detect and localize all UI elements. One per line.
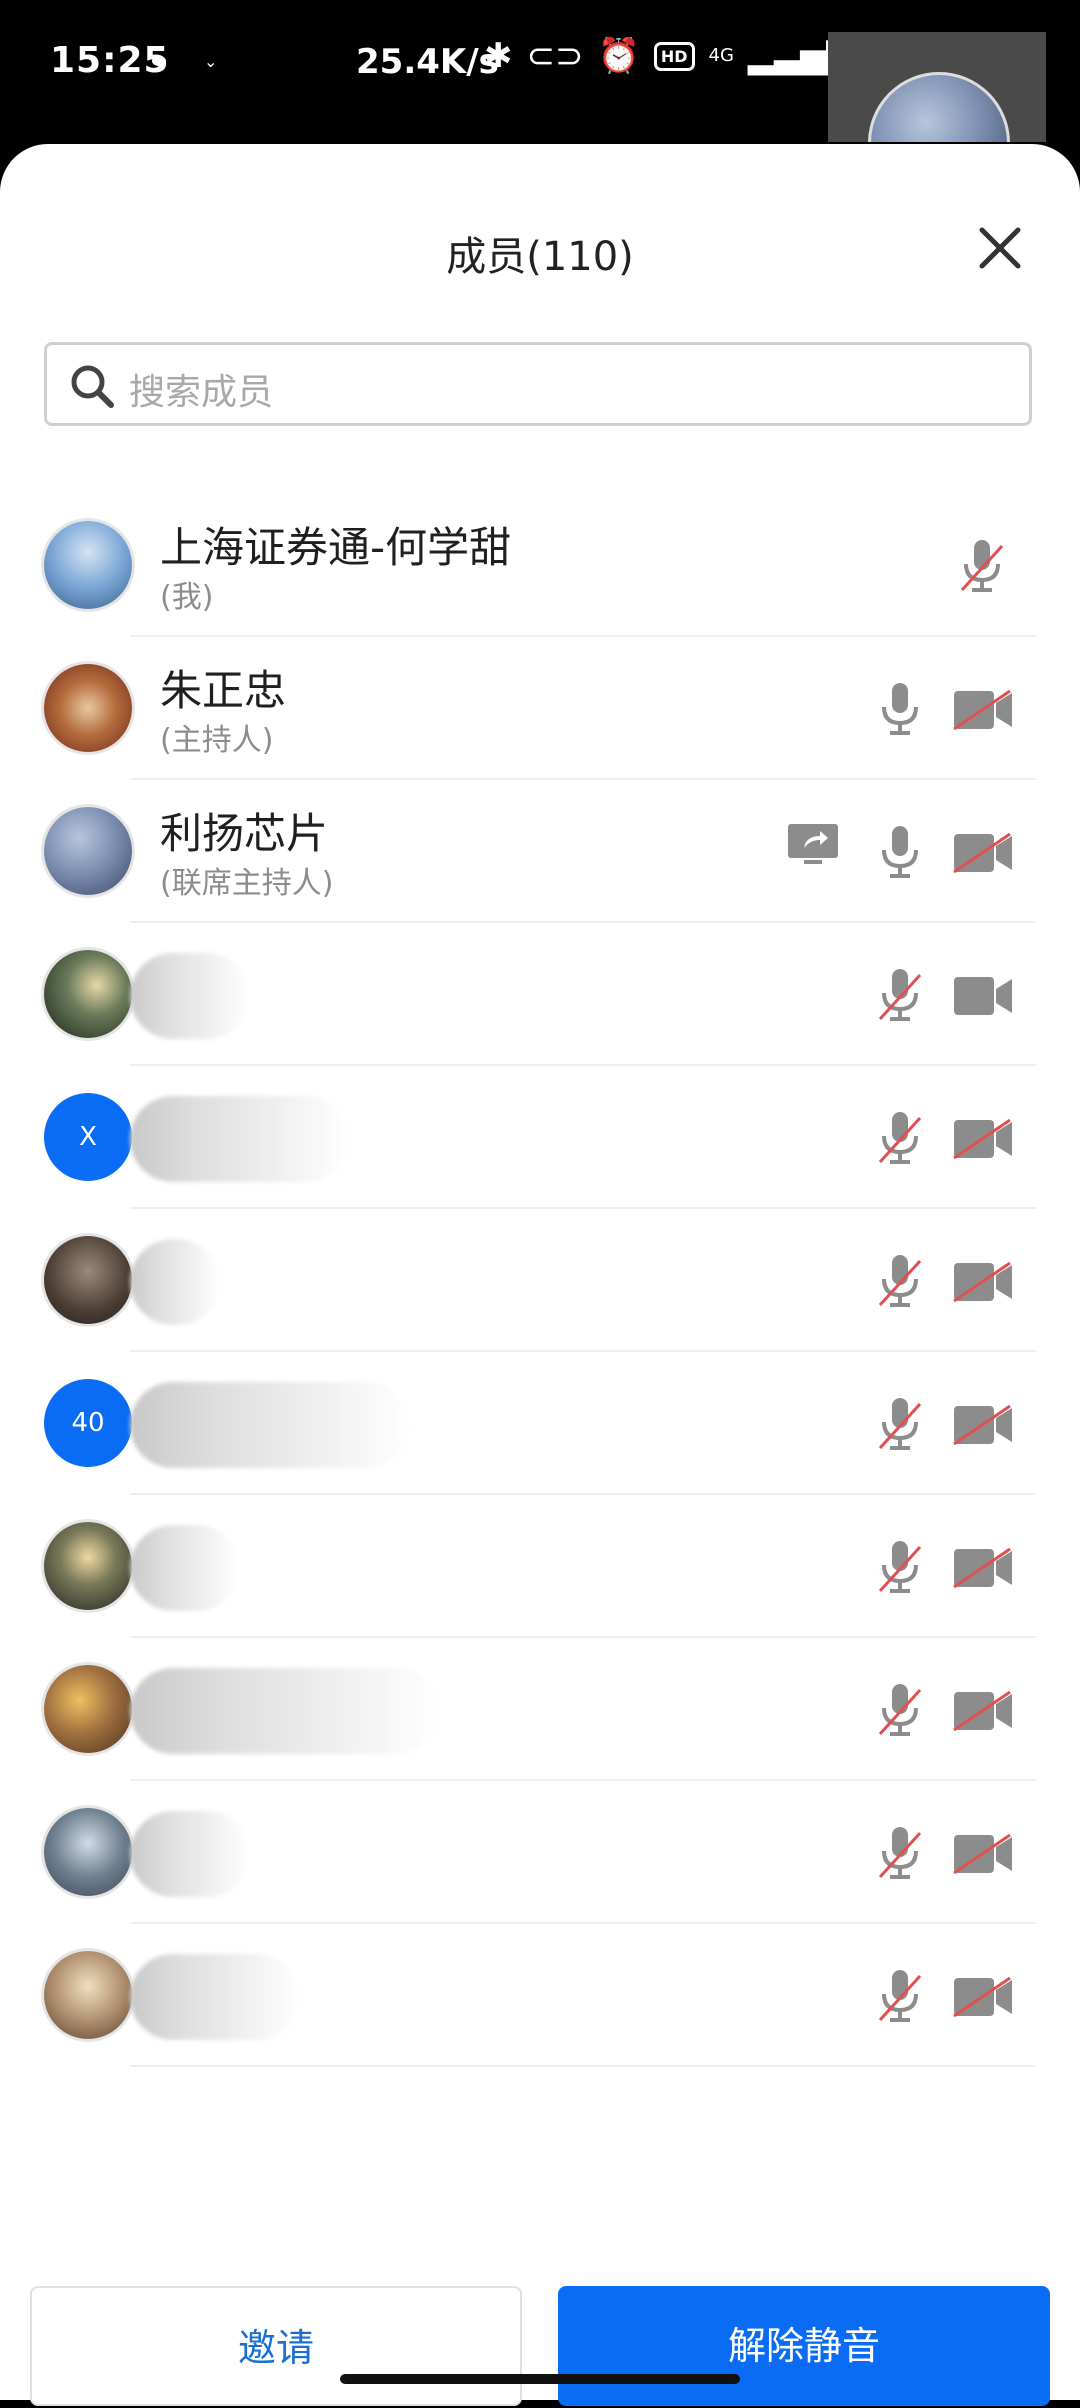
member-name-redacted <box>130 1668 440 1754</box>
member-role: (我) <box>160 580 214 615</box>
mic-muted-icon[interactable] <box>874 1251 926 1315</box>
avatar <box>44 521 132 609</box>
avatar <box>44 1951 132 2039</box>
member-name: 上海证券通-何学甜 <box>160 523 512 572</box>
camera-icon[interactable] <box>950 971 1016 1025</box>
mic-icon[interactable] <box>874 822 926 886</box>
member-name-redacted <box>130 1096 350 1182</box>
mic-muted-icon[interactable] <box>874 1108 926 1172</box>
camera-off-icon[interactable] <box>950 828 1016 882</box>
search-input[interactable]: 搜索成员 <box>44 342 1032 426</box>
nfc-icon: ⊂⊃ <box>526 36 584 76</box>
member-name-redacted <box>130 953 250 1039</box>
member-row[interactable] <box>0 1495 1080 1638</box>
unmute-all-button[interactable]: 解除静音 <box>558 2286 1050 2406</box>
camera-off-icon[interactable] <box>950 1829 1016 1883</box>
member-name-redacted <box>130 1525 240 1611</box>
invite-button[interactable]: 邀请 <box>30 2286 522 2406</box>
member-name: 利扬芯片 <box>160 809 329 858</box>
member-row[interactable]: 40 <box>0 1352 1080 1495</box>
home-indicator[interactable] <box>340 2374 740 2384</box>
member-name-redacted <box>130 1811 250 1897</box>
alarm-icon: ⏰ <box>597 36 640 76</box>
notification-icon-2: ⌄ <box>204 52 218 71</box>
camera-off-icon[interactable] <box>950 1972 1016 2026</box>
member-row[interactable] <box>0 1924 1080 2067</box>
member-name-redacted <box>130 1239 220 1325</box>
member-row[interactable] <box>0 923 1080 1066</box>
member-row[interactable] <box>0 1638 1080 1781</box>
member-list[interactable]: 上海证券通-何学甜 (我) 朱正忠 (主持人) 利扬芯片 (联席主持人) X 4… <box>0 494 1080 2094</box>
mic-muted-icon[interactable] <box>874 1680 926 1744</box>
status-bar: 15:25 ⌄ 25.4K/s ✱ ⊂⊃ ⏰ HD 4G ▂▃▅▇ 86 <box>0 0 1080 142</box>
search-placeholder: 搜索成员 <box>129 372 274 413</box>
mic-muted-icon[interactable] <box>874 1966 926 2030</box>
avatar <box>44 664 132 752</box>
mic-muted-icon[interactable] <box>874 1823 926 1887</box>
search-icon <box>71 365 114 408</box>
camera-off-icon[interactable] <box>950 1114 1016 1168</box>
avatar <box>44 950 132 1038</box>
avatar <box>44 1808 132 1896</box>
mic-muted-icon[interactable] <box>956 536 1008 600</box>
camera-off-icon[interactable] <box>950 1543 1016 1597</box>
member-row[interactable] <box>0 1781 1080 1924</box>
camera-off-icon[interactable] <box>950 1257 1016 1311</box>
avatar <box>44 1236 132 1324</box>
member-row[interactable]: 朱正忠 (主持人) <box>0 637 1080 780</box>
mic-muted-icon[interactable] <box>874 965 926 1029</box>
camera-off-icon[interactable] <box>950 1686 1016 1740</box>
mic-muted-icon[interactable] <box>874 1394 926 1458</box>
camera-off-icon[interactable] <box>950 685 1016 739</box>
notification-icon <box>152 56 166 66</box>
member-row[interactable] <box>0 1209 1080 1352</box>
network-type: 4G <box>708 45 734 66</box>
camera-off-icon[interactable] <box>950 1400 1016 1454</box>
member-row[interactable]: 利扬芯片 (联席主持人) <box>0 780 1080 923</box>
member-name-redacted <box>130 1954 300 2040</box>
member-role: (主持人) <box>160 723 274 758</box>
mic-muted-icon[interactable] <box>874 1537 926 1601</box>
bluetooth-icon: ✱ <box>484 36 513 76</box>
screen-share-icon <box>786 822 840 870</box>
member-name: 朱正忠 <box>160 666 287 715</box>
members-panel: 成员(110) 搜索成员 上海证券通-何学甜 (我) 朱正忠 (主持人) 利扬芯片 (… <box>0 144 1080 2406</box>
pip-avatar <box>868 72 1010 142</box>
avatar <box>44 807 132 895</box>
avatar: 40 <box>44 1379 132 1467</box>
member-row[interactable]: X <box>0 1066 1080 1209</box>
member-row[interactable]: 上海证券通-何学甜 (我) <box>0 494 1080 637</box>
avatar <box>44 1522 132 1610</box>
network-speed: 25.4K/s <box>356 42 499 82</box>
avatar: X <box>44 1093 132 1181</box>
close-icon[interactable] <box>972 220 1028 276</box>
mic-icon[interactable] <box>874 679 926 743</box>
panel-title: 成员(110) <box>446 234 634 280</box>
member-name-redacted <box>130 1382 410 1468</box>
member-role: (联席主持人) <box>160 866 334 901</box>
hd-badge: HD <box>653 41 695 71</box>
floating-video-window[interactable] <box>828 32 1046 142</box>
avatar <box>44 1665 132 1753</box>
row-divider <box>130 2065 1036 2067</box>
